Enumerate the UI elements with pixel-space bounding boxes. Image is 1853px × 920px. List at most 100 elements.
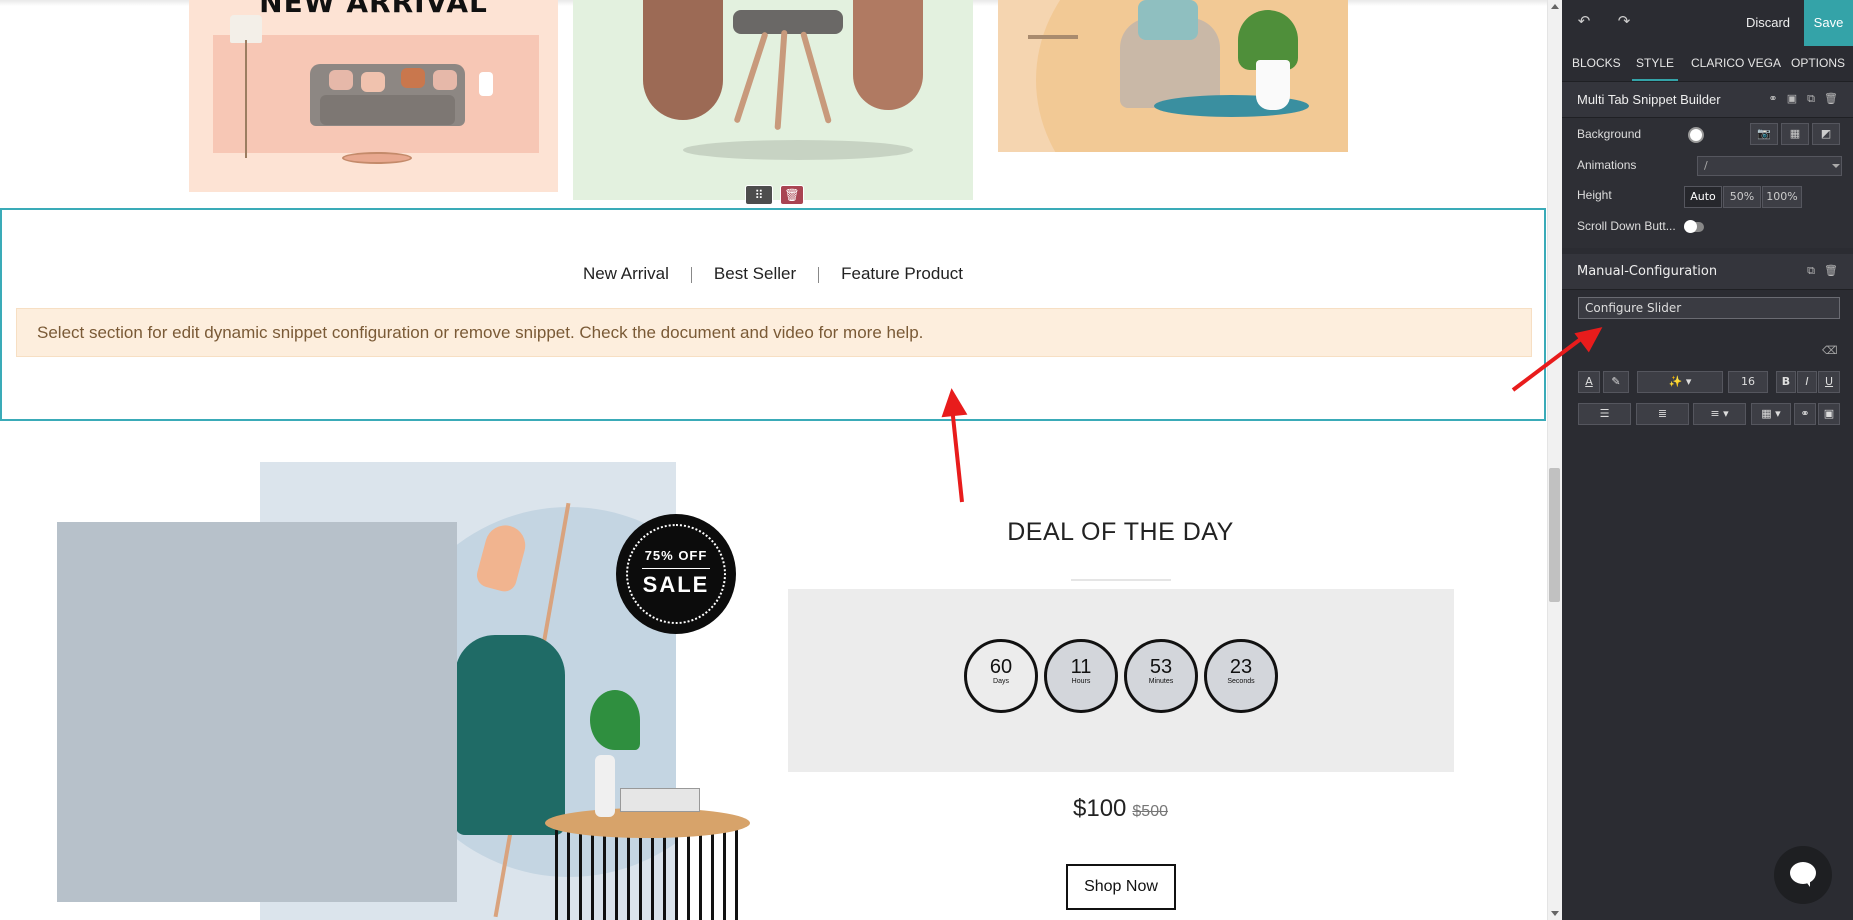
- move-block-icon[interactable]: ⠿: [745, 185, 773, 205]
- countdown-label: Minutes: [1148, 678, 1174, 685]
- snippet-section-header: Multi Tab Snippet Builder ⚭ ▣ ⧉ 🗑: [1562, 82, 1853, 118]
- tab-feature-product[interactable]: Feature Product: [819, 264, 985, 284]
- plant-pot: [1256, 60, 1290, 110]
- font-size-select[interactable]: 16: [1728, 371, 1768, 393]
- sofa-seat: [320, 95, 455, 125]
- chat-bubble-tail: [1804, 879, 1810, 887]
- side-table: [1028, 35, 1078, 39]
- planter-pot: [853, 0, 923, 110]
- background-gradient-icon[interactable]: ◩: [1812, 123, 1840, 145]
- configure-slider-button[interactable]: Configure Slider: [1578, 297, 1840, 319]
- animations-select[interactable]: /: [1697, 156, 1842, 176]
- tab-new-arrival[interactable]: New Arrival: [561, 264, 691, 284]
- tab-best-seller[interactable]: Best Seller: [692, 264, 818, 284]
- new-arrival-image[interactable]: NEW ARRIVAL: [189, 0, 558, 192]
- save-button[interactable]: Save: [1804, 0, 1853, 46]
- background-video-icon[interactable]: ▦: [1781, 123, 1809, 145]
- animations-label: Animations: [1577, 158, 1637, 172]
- floor-lamp-stand: [245, 40, 247, 158]
- save-snippet-icon[interactable]: ▣: [1786, 93, 1798, 105]
- countdown-value: 53: [1149, 656, 1173, 678]
- duplicate-icon[interactable]: ⧉: [1805, 93, 1817, 105]
- height-100-button[interactable]: 100%: [1762, 186, 1802, 208]
- magic-wand-icon[interactable]: ✨ ▾: [1637, 371, 1723, 393]
- scroll-down-icon[interactable]: [1551, 911, 1559, 916]
- chair-leg: [800, 31, 832, 124]
- height-auto-button[interactable]: Auto: [1684, 186, 1722, 208]
- planter-pot: [643, 0, 723, 120]
- configuration-alert: Select section for edit dynamic snippet …: [16, 308, 1532, 357]
- snippet-tabs: New Arrival Best Seller Feature Product: [2, 264, 1544, 284]
- badge-divider: [642, 568, 710, 569]
- armchair: [455, 635, 565, 835]
- bullet-list-icon[interactable]: ☰: [1578, 403, 1631, 425]
- chair-leg: [774, 29, 788, 131]
- image-placeholder: [57, 522, 457, 902]
- deal-title: DEAL OF THE DAY: [1007, 518, 1234, 546]
- armchair-product-image[interactable]: [998, 0, 1348, 152]
- bold-icon[interactable]: B: [1776, 371, 1796, 393]
- eraser-icon[interactable]: ⌫: [1822, 344, 1838, 357]
- title-divider: [1071, 579, 1171, 581]
- pillow: [361, 72, 385, 92]
- redo-icon[interactable]: ↷: [1616, 14, 1632, 30]
- countdown-days: 60 Days: [964, 639, 1038, 713]
- chat-button[interactable]: [1774, 846, 1832, 904]
- floor-shadow: [683, 140, 913, 160]
- paint-brush-icon[interactable]: ✎: [1603, 371, 1629, 393]
- shop-now-button[interactable]: Shop Now: [1066, 864, 1176, 910]
- background-image-icon[interactable]: 📷: [1750, 123, 1778, 145]
- page-scrollbar[interactable]: [1547, 0, 1562, 920]
- table-icon[interactable]: ▦ ▾: [1751, 403, 1791, 425]
- text-color-icon[interactable]: A: [1578, 371, 1600, 393]
- discard-button[interactable]: Discard: [1732, 0, 1804, 46]
- background-color-swatch[interactable]: [1688, 127, 1704, 143]
- link-icon[interactable]: ⚭: [1794, 403, 1816, 425]
- pillow: [401, 68, 425, 88]
- chair-product-image[interactable]: [573, 0, 973, 200]
- link-icon[interactable]: ⚭: [1767, 93, 1779, 105]
- floor-lamp-shade: [230, 15, 262, 43]
- image-icon[interactable]: ▣: [1818, 403, 1840, 425]
- side-table-base: [555, 830, 740, 920]
- delete-block-icon[interactable]: 🗑: [780, 185, 804, 205]
- tab-style[interactable]: STYLE: [1631, 56, 1679, 81]
- scroll-up-icon[interactable]: [1551, 4, 1559, 9]
- trash-icon[interactable]: 🗑: [1824, 265, 1838, 277]
- duplicate-icon[interactable]: ⧉: [1805, 265, 1817, 277]
- background-label: Background: [1577, 127, 1642, 141]
- underline-icon[interactable]: U: [1818, 371, 1840, 393]
- badge-sale-text: SALE: [642, 572, 710, 597]
- height-50-button[interactable]: 50%: [1723, 186, 1761, 208]
- countdown-label: Days: [993, 678, 1009, 685]
- undo-icon[interactable]: ↶: [1576, 14, 1592, 30]
- coffee-table: [342, 152, 412, 164]
- deal-price: $100 $500: [788, 795, 1453, 823]
- scroll-down-toggle[interactable]: [1684, 220, 1704, 233]
- tab-blocks[interactable]: BLOCKS: [1572, 56, 1621, 70]
- badge-discount: 75% OFF: [644, 548, 708, 563]
- pillow: [329, 70, 353, 90]
- chair-seat: [733, 10, 843, 34]
- current-price: $100: [1073, 795, 1127, 822]
- align-icon[interactable]: ≡ ▾: [1693, 403, 1746, 425]
- annotation-arrowhead: [938, 386, 968, 418]
- tab-clarico-vega[interactable]: CLARICO VEGA: [1691, 56, 1781, 70]
- multi-tab-snippet[interactable]: New Arrival Best Seller Feature Product Se…: [0, 208, 1546, 421]
- editor-tabs: BLOCKS STYLE CLARICO VEGA OPTIONS: [1562, 46, 1853, 82]
- tab-options[interactable]: OPTIONS: [1791, 56, 1845, 70]
- countdown-minutes: 53 Minutes: [1124, 639, 1198, 713]
- chevron-down-icon: [1832, 164, 1840, 168]
- manual-config-header: Manual-Configuration ⧉ 🗑: [1562, 254, 1853, 290]
- scrollbar-thumb[interactable]: [1549, 468, 1560, 602]
- italic-icon[interactable]: I: [1797, 371, 1817, 393]
- countdown-label: Hours: [1071, 678, 1091, 685]
- cushion: [1138, 0, 1198, 40]
- height-label: Height: [1577, 188, 1612, 202]
- editor-topbar: ↶ ↷ Discard Save: [1562, 0, 1853, 46]
- editor-sidebar: ↶ ↷ Discard Save BLOCKS STYLE CLARICO VE…: [1562, 0, 1853, 920]
- trash-icon[interactable]: 🗑: [1824, 93, 1838, 105]
- numbered-list-icon[interactable]: ≣: [1636, 403, 1689, 425]
- countdown-value: 60: [989, 656, 1013, 678]
- chair-leg: [733, 31, 769, 124]
